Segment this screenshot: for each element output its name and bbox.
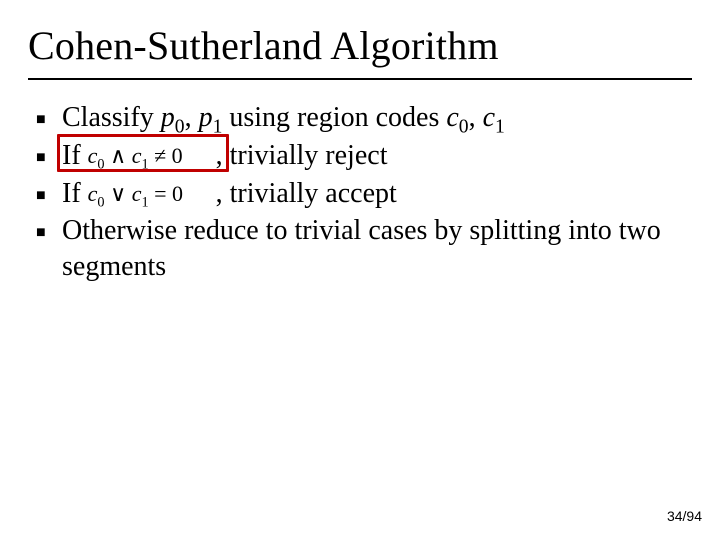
var-c0: c	[446, 102, 458, 133]
bullet-4-text: Otherwise reduce to trivial cases by spl…	[62, 213, 686, 285]
t: using region codes	[222, 102, 446, 133]
fc1: c	[132, 181, 142, 206]
bullet-1-text: Classify p0, p1 using region codes c0, c…	[62, 100, 686, 136]
t: Classify	[62, 102, 161, 133]
sub: 0	[97, 194, 104, 210]
bullet-3: ■ If c0 ∨ c1 = 0 , trivially accept	[36, 176, 686, 212]
t: , trivially reject	[216, 140, 388, 171]
bullet-icon: ■	[36, 176, 62, 206]
var-p1: p	[199, 102, 213, 133]
title-rule	[28, 78, 692, 80]
fc0: c	[88, 181, 98, 206]
t: If	[62, 178, 88, 209]
op-eq: = 0	[149, 181, 183, 206]
bullet-3-text: If c0 ∨ c1 = 0 , trivially accept	[62, 176, 686, 212]
op-or: ∨	[105, 181, 132, 206]
slide-title: Cohen-Sutherland Algorithm	[28, 22, 499, 69]
t: ,	[469, 102, 483, 133]
slide: Cohen-Sutherland Algorithm ■ Classify p 0…	[0, 0, 720, 540]
highlight-box	[57, 134, 229, 172]
t: ,	[185, 102, 199, 133]
sub: 1	[495, 117, 505, 138]
t: , trivially accept	[216, 178, 397, 209]
var-p0: p	[161, 102, 175, 133]
formula-accept: c0 ∨ c1 = 0	[88, 176, 216, 212]
bullet-icon: ■	[36, 100, 62, 130]
bullet-1: ■ Classify p0, p1 using region codes c0,…	[36, 100, 686, 136]
content-area: ■ Classify p0, p1 using region codes c0,…	[36, 100, 686, 287]
bullet-4: ■ Otherwise reduce to trivial cases by s…	[36, 213, 686, 285]
page-number: 34/94	[667, 508, 702, 524]
var-c1: c	[483, 102, 495, 133]
sub: 1	[141, 194, 148, 210]
bullet-icon: ■	[36, 213, 62, 243]
sub: 0	[459, 117, 469, 138]
